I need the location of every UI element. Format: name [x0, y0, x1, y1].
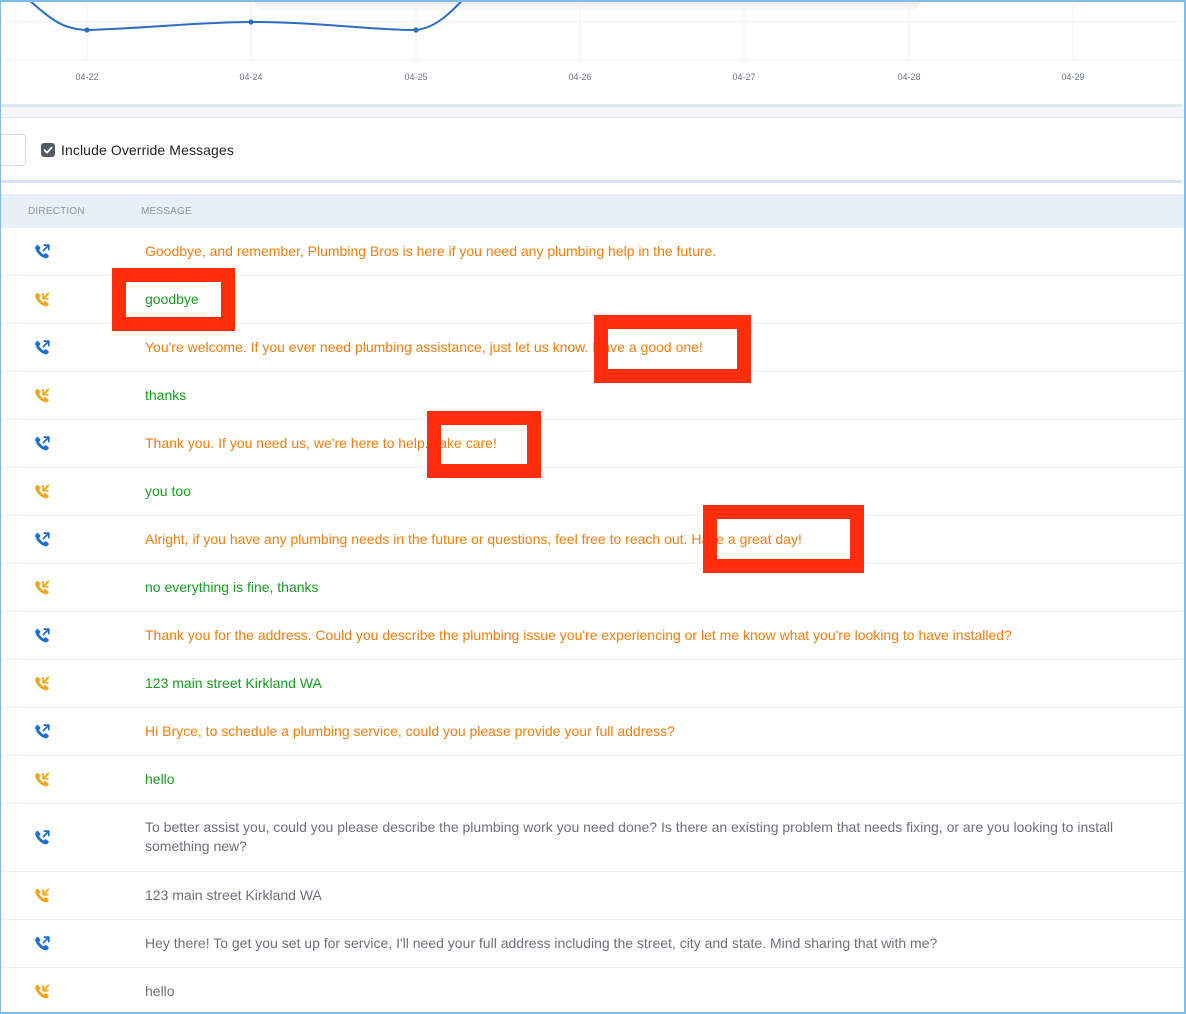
table-row[interactable]: You're welcome. If you ever need plumbin…	[0, 324, 1186, 372]
table-row[interactable]: no everything is fine, thanks	[0, 564, 1186, 612]
table-row[interactable]: hello	[0, 756, 1186, 804]
x-tick-label: 04-25	[404, 72, 427, 82]
chart-point[interactable]	[84, 27, 90, 33]
phone-outgoing-icon	[33, 935, 51, 958]
table-row[interactable]: Thank you for the address. Could you des…	[0, 612, 1186, 660]
message-text: thanks	[145, 387, 187, 403]
phone-incoming-icon	[33, 483, 51, 506]
table-row[interactable]: 123 main street Kirkland WA	[0, 872, 1186, 920]
message-text: Goodbye, and remember, Plumbing Bros is …	[145, 243, 717, 259]
table-row[interactable]: Thank you. If you need us, we're here to…	[0, 420, 1186, 468]
phone-outgoing-icon	[33, 723, 51, 746]
highlight-box	[594, 315, 751, 383]
column-header-direction[interactable]: DIRECTION	[28, 206, 85, 217]
highlight-box	[427, 411, 541, 478]
phone-outgoing-icon	[33, 339, 51, 362]
x-tick-label: 04-24	[239, 72, 262, 82]
x-tick-label: 04-26	[568, 72, 591, 82]
messages-chart: 04-22 04-24 04-25 04-26 04-27 04-28 04-29	[0, 0, 1186, 108]
message-text: hello	[145, 983, 175, 999]
table-row[interactable]: To better assist you, could you please d…	[0, 804, 1186, 872]
phone-outgoing-icon	[33, 435, 51, 458]
include-override-checkbox[interactable]	[41, 143, 55, 157]
x-tick-label: 04-28	[897, 72, 920, 82]
table-row[interactable]: Hi Bryce, to schedule a plumbing service…	[0, 708, 1186, 756]
filter-divider	[0, 180, 1182, 183]
line-chart: 04-22 04-24 04-25 04-26 04-27 04-28 04-29	[0, 0, 1182, 82]
message-text: 123 main street Kirkland WA	[145, 887, 322, 903]
phone-outgoing-icon	[33, 829, 51, 852]
section-gap	[0, 107, 1186, 117]
checkmark-icon	[43, 146, 53, 154]
phone-incoming-icon	[33, 579, 51, 602]
phone-incoming-icon	[33, 387, 51, 410]
message-text: you too	[145, 483, 191, 499]
x-tick-label: 04-29	[1061, 72, 1084, 82]
message-text: Hi Bryce, to schedule a plumbing service…	[145, 723, 675, 739]
message-text: no everything is fine, thanks	[145, 579, 319, 595]
phone-incoming-icon	[33, 983, 51, 1006]
phone-incoming-icon	[33, 291, 51, 314]
table-row[interactable]: Hey there! To get you set up for service…	[0, 920, 1186, 968]
x-tick-label: 04-22	[75, 72, 98, 82]
chart-point[interactable]	[413, 27, 419, 33]
messages-table-body: Goodbye, and remember, Plumbing Bros is …	[0, 228, 1186, 1014]
phone-outgoing-icon	[33, 243, 51, 266]
filter-input[interactable]	[0, 134, 26, 166]
phone-outgoing-icon	[33, 531, 51, 554]
table-header: DIRECTION MESSAGE	[0, 194, 1186, 228]
phone-incoming-icon	[33, 675, 51, 698]
table-row[interactable]: thanks	[0, 372, 1186, 420]
chart-series-line	[27, 0, 464, 32]
message-text: Thank you for the address. Could you des…	[145, 627, 1012, 643]
message-text: Thank you. If you need us, we're here to…	[145, 435, 497, 451]
message-text: goodbye	[145, 291, 199, 307]
filter-bar: Include Override Messages	[0, 117, 1186, 181]
highlight-box	[703, 505, 864, 573]
phone-incoming-icon	[33, 771, 51, 794]
table-row[interactable]: 123 main street Kirkland WA	[0, 660, 1186, 708]
highlight-box	[112, 268, 235, 331]
include-override-label[interactable]: Include Override Messages	[61, 142, 234, 158]
table-row[interactable]: you too	[0, 468, 1186, 516]
message-text: hello	[145, 771, 175, 787]
table-row[interactable]: Alright, if you have any plumbing needs …	[0, 516, 1186, 564]
message-text: Hey there! To get you set up for service…	[145, 935, 938, 951]
message-text: To better assist you, could you please d…	[145, 819, 1114, 854]
chart-point[interactable]	[248, 19, 254, 25]
phone-incoming-icon	[33, 887, 51, 910]
x-tick-label: 04-27	[732, 72, 755, 82]
column-header-message[interactable]: MESSAGE	[141, 206, 192, 217]
message-text: Alright, if you have any plumbing needs …	[145, 531, 802, 547]
table-row[interactable]: hello	[0, 968, 1186, 1014]
phone-outgoing-icon	[33, 627, 51, 650]
message-text: 123 main street Kirkland WA	[145, 675, 322, 691]
